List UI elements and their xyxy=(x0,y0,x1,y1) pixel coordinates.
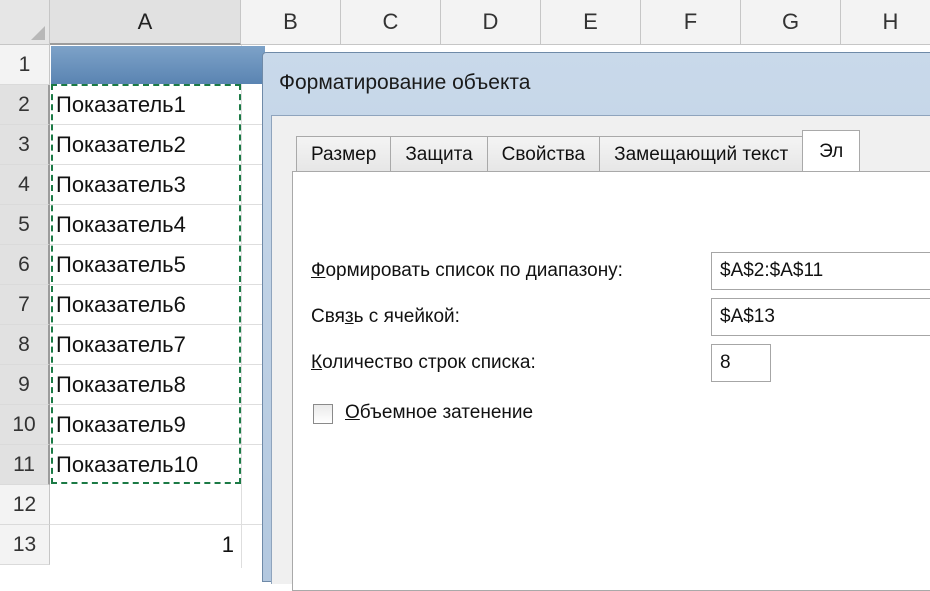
tab-size[interactable]: Размер xyxy=(296,136,392,172)
tab-properties[interactable]: Свойства xyxy=(486,136,601,172)
column-header-c[interactable]: C xyxy=(341,0,441,45)
row-header-12[interactable]: 12 xyxy=(0,485,50,525)
list-rows-field[interactable]: 8 xyxy=(711,344,771,382)
column-header-h[interactable]: H xyxy=(841,0,930,45)
column-header-g[interactable]: G xyxy=(741,0,841,45)
column-header-b[interactable]: B xyxy=(241,0,341,45)
row-header-1[interactable]: 1 xyxy=(0,45,50,85)
input-range-field[interactable]: $A$2:$A$11 xyxy=(711,252,930,290)
cell-a9[interactable]: Показатель8 xyxy=(50,365,240,405)
dialog-title: Форматирование объекта xyxy=(279,71,531,94)
cell-a6[interactable]: Показатель5 xyxy=(50,245,240,285)
row-header-8[interactable]: 8 xyxy=(0,325,50,365)
row-header-2[interactable]: 2 xyxy=(0,85,50,125)
cell-a10[interactable]: Показатель9 xyxy=(50,405,240,445)
dialog-titlebar[interactable]: Форматирование объекта xyxy=(263,53,930,115)
3d-shading-label[interactable]: Объемное затенение xyxy=(345,402,533,424)
control-tab-panel: Формировать список по диапазону: $A$2:$A… xyxy=(292,171,930,591)
row-header-7[interactable]: 7 xyxy=(0,285,50,325)
select-all-triangle-icon xyxy=(31,26,45,40)
tab-alt-text[interactable]: Замещающий текст xyxy=(599,136,804,172)
input-range-label: Формировать список по диапазону: xyxy=(311,260,623,281)
dialog-body: Размер Защита Свойства Замещающий текст … xyxy=(271,115,930,591)
row-header-6[interactable]: 6 xyxy=(0,245,50,285)
list-rows-label: Количество строк списка: xyxy=(311,352,536,373)
cell-a11[interactable]: Показатель10 xyxy=(50,445,240,485)
cell-a13[interactable]: 1 xyxy=(50,525,240,565)
tab-protection[interactable]: Защита xyxy=(390,136,488,172)
tab-control[interactable]: Эл xyxy=(802,130,861,172)
cell-a2[interactable]: Показатель1 xyxy=(50,85,240,125)
cell-a4[interactable]: Показатель3 xyxy=(50,165,240,205)
3d-shading-checkbox[interactable] xyxy=(313,404,333,424)
row-header-3[interactable]: 3 xyxy=(0,125,50,165)
row-header-4[interactable]: 4 xyxy=(0,165,50,205)
column-header-e[interactable]: E xyxy=(541,0,641,45)
cell-link-field[interactable]: $A$13 xyxy=(711,298,930,336)
row-header-11[interactable]: 11 xyxy=(0,445,50,485)
select-all-corner[interactable] xyxy=(0,0,50,45)
row-header-5[interactable]: 5 xyxy=(0,205,50,245)
cell-a3[interactable]: Показатель2 xyxy=(50,125,240,165)
dialog-tabs: Размер Защита Свойства Замещающий текст … xyxy=(296,130,861,172)
cell-a5[interactable]: Показатель4 xyxy=(50,205,240,245)
row-header-13[interactable]: 13 xyxy=(0,525,50,565)
column-header-f[interactable]: F xyxy=(641,0,741,45)
column-header-a[interactable]: A xyxy=(50,0,241,45)
column-header-d[interactable]: D xyxy=(441,0,541,45)
row-header-10[interactable]: 10 xyxy=(0,405,50,445)
cell-a7[interactable]: Показатель6 xyxy=(50,285,240,325)
format-object-dialog: Форматирование объекта Размер Защита Сво… xyxy=(262,52,930,591)
cell-a8[interactable]: Показатель7 xyxy=(50,325,240,365)
row-header-9[interactable]: 9 xyxy=(0,365,50,405)
cell-link-label: Связь с ячейкой: xyxy=(311,306,460,327)
row-1-band xyxy=(51,46,265,84)
